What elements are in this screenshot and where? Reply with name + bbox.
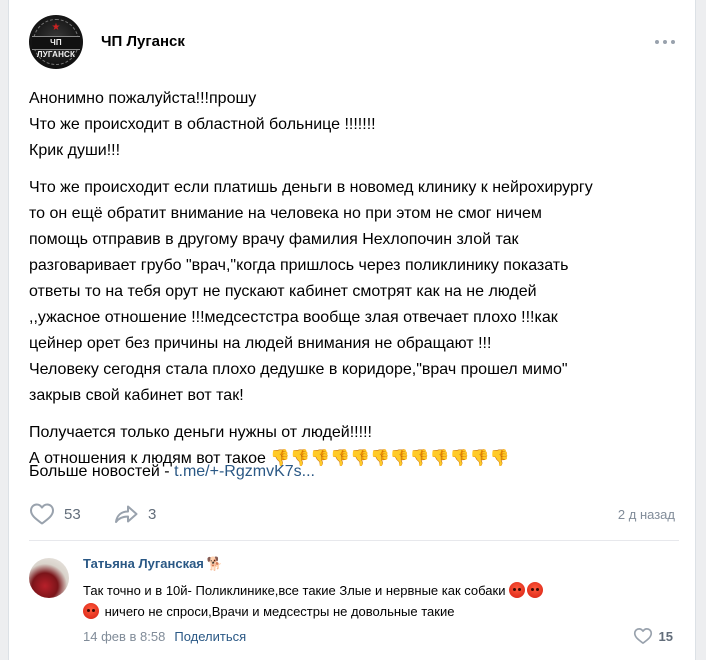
comments-divider — [29, 540, 679, 541]
avatar-logo-text: ЧП ЛУГАНСК — [32, 36, 80, 59]
post-card: ★ ЧП ЛУГАНСК ЧП Луганск Анонимно пожалуй… — [8, 0, 696, 660]
commenter-avatar[interactable] — [29, 558, 69, 598]
comment-share-link[interactable]: Поделиться — [174, 629, 246, 644]
angry-face-icon — [83, 603, 99, 619]
angry-face-icon — [509, 582, 526, 598]
post-line: Что же происходит если платишь деньги в … — [29, 179, 593, 196]
comment-date[interactable]: 14 фев в 8:58 — [83, 629, 165, 644]
heart-outline-icon — [633, 628, 652, 644]
comment-line-text: ничего не спроси,Врачи и медсестры не до… — [101, 604, 455, 619]
comment-text: Так точно и в 10й- Поликлинике,все такие… — [83, 580, 673, 622]
more-options-icon[interactable] — [653, 35, 677, 49]
post-line: ответы то на тебя орут не пускают кабине… — [29, 283, 537, 300]
comment-line-2: ничего не спроси,Врачи и медсестры не до… — [83, 601, 673, 622]
more-news: Больше новостей - t.me/+-RgzmvK7s... — [29, 463, 315, 481]
post-date[interactable]: 2 д назад — [618, 507, 675, 522]
post-header: ★ ЧП ЛУГАНСК ЧП Луганск — [29, 15, 679, 71]
comment-like-count: 15 — [658, 628, 673, 644]
post-line: Анонимно пожалуйста!!!прошу — [29, 90, 257, 107]
post-line: помощь отправив в другому врачу фамилия … — [29, 231, 519, 248]
more-news-label: Больше новостей - — [29, 463, 175, 480]
post-line: цейнер орет без причины на людей внимани… — [29, 335, 492, 352]
comment-author-name: Татьяна Луганская — [83, 556, 204, 571]
share-button[interactable]: 3 — [113, 500, 156, 528]
telegram-link[interactable]: t.me/+-RgzmvK7s... — [174, 463, 315, 480]
post-line: разговаривает грубо "врач,"когда пришлос… — [29, 257, 569, 274]
post-text: Анонимно пожалуйста!!!прошу Что же проис… — [29, 86, 679, 483]
share-arrow-icon — [115, 505, 138, 523]
post-line: закрыв свой кабинет вот так! — [29, 387, 244, 404]
like-count: 53 — [64, 505, 81, 523]
post-line: то он ещё обратит внимание на человека н… — [29, 205, 542, 222]
like-button[interactable]: 53 — [29, 500, 81, 528]
share-count: 3 — [148, 505, 157, 523]
comment-line-text: Так точно и в 10й- Поликлинике,все такие… — [83, 583, 510, 598]
post-line: Получается только деньги нужны от людей!… — [29, 424, 372, 441]
dog-emoji-icon: 🐕 — [206, 556, 224, 571]
avatar-star-icon: ★ — [51, 22, 61, 33]
post-line: Что же происходит в областной больнице !… — [29, 116, 376, 133]
comment-meta: 14 фев в 8:58 Поделиться — [83, 629, 246, 644]
post-line: Крик души!!! — [29, 142, 121, 159]
post-actions: 53 3 2 д назад — [29, 500, 679, 528]
group-name[interactable]: ЧП Луганск — [101, 33, 185, 50]
group-avatar[interactable]: ★ ЧП ЛУГАНСК — [29, 15, 83, 69]
comment-like-button[interactable]: 15 — [633, 627, 673, 645]
post-line: Человеку сегодня стала плохо дедушке в к… — [29, 361, 568, 378]
heart-outline-icon — [30, 503, 54, 525]
comment-author[interactable]: Татьяна Луганская 🐕 — [83, 556, 223, 572]
comment-line-1: Так точно и в 10й- Поликлинике,все такие… — [83, 580, 673, 601]
post-paragraph-1: Анонимно пожалуйста!!!прошу Что же проис… — [29, 86, 679, 164]
post-line: ,,ужасное отношение !!!медсестстра вообщ… — [29, 309, 558, 326]
post-paragraph-2: Что же происходит если платишь деньги в … — [29, 175, 679, 409]
comment: Татьяна Луганская 🐕 Так точно и в 10й- По… — [29, 552, 679, 652]
more-horizontal-icon — [655, 40, 675, 44]
angry-face-icon — [527, 582, 544, 598]
